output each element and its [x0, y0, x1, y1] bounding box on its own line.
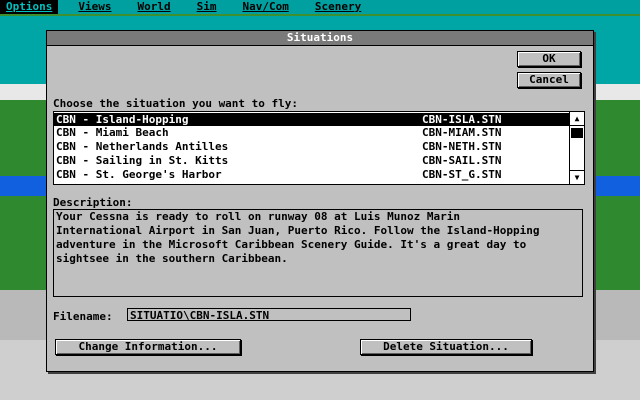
- situation-list[interactable]: CBN - Island-Hopping CBN-ISLA.STN CBN - …: [53, 111, 585, 185]
- dialog-title: Situations: [47, 31, 593, 46]
- list-item[interactable]: CBN - Netherlands Antilles CBN-NETH.STN: [54, 140, 570, 153]
- menu-navcom[interactable]: Nav/Com: [236, 0, 294, 14]
- ok-button-label: OK: [542, 52, 556, 65]
- description-box: Your Cessna is ready to roll on runway 0…: [53, 209, 583, 297]
- description-line: sightsee in the southern Caribbean.: [56, 252, 288, 265]
- scroll-up-arrow-icon[interactable]: ▲: [570, 112, 584, 126]
- list-item[interactable]: CBN - Sailing in St. Kitts CBN-SAIL.STN: [54, 154, 570, 167]
- change-information-label: Change Information...: [78, 340, 218, 353]
- filename-label: Filename:: [53, 310, 113, 323]
- choose-label: Choose the situation you want to fly:: [53, 97, 299, 110]
- menu-sim[interactable]: Sim: [191, 0, 223, 14]
- description-line: Your Cessna is ready to roll on runway 0…: [56, 210, 460, 223]
- list-item-name: CBN - St. George's Harbor: [56, 168, 222, 181]
- cancel-button-label: Cancel: [529, 73, 569, 86]
- water-left: [0, 176, 50, 196]
- list-item[interactable]: CBN - Miami Beach CBN-MIAM.STN: [54, 126, 570, 139]
- list-scrollbar[interactable]: ▲ ▼: [569, 112, 584, 184]
- description-line: International Airport in San Juan, Puert…: [56, 224, 540, 237]
- description-label: Description:: [53, 196, 133, 209]
- menu-views[interactable]: Views: [72, 0, 117, 14]
- list-item-name: CBN - Island-Hopping: [56, 113, 189, 126]
- scroll-down-arrow-icon[interactable]: ▼: [570, 170, 584, 184]
- list-item-name: CBN - Miami Beach: [56, 126, 169, 139]
- menu-world[interactable]: World: [131, 0, 176, 14]
- list-item-name: CBN - Sailing in St. Kitts: [56, 154, 229, 167]
- list-item[interactable]: CBN - Island-Hopping CBN-ISLA.STN: [54, 113, 570, 126]
- menu-bar: Options Views World Sim Nav/Com Scenery: [0, 0, 640, 14]
- menu-scenery[interactable]: Scenery: [309, 0, 367, 14]
- list-item-file: CBN-ISLA.STN: [422, 113, 502, 126]
- filename-field[interactable]: SITUATIO\CBN-ISLA.STN: [127, 308, 411, 322]
- delete-situation-label: Delete Situation...: [383, 340, 509, 353]
- description-line: adventure in the Microsoft Caribbean Sce…: [56, 238, 527, 251]
- delete-situation-button[interactable]: Delete Situation...: [360, 339, 532, 355]
- list-item-name: CBN - Netherlands Antilles: [56, 140, 229, 153]
- change-information-button[interactable]: Change Information...: [55, 339, 241, 355]
- list-item-file: CBN-SAIL.STN: [422, 154, 502, 167]
- list-item-file: CBN-NETH.STN: [422, 140, 502, 153]
- list-item[interactable]: CBN - St. George's Harbor CBN-ST_G.STN: [54, 168, 570, 181]
- list-item-file: CBN-ST_G.STN: [422, 168, 502, 181]
- cancel-button[interactable]: Cancel: [517, 72, 581, 88]
- ok-button[interactable]: OK: [517, 51, 581, 67]
- scroll-thumb[interactable]: [571, 128, 583, 138]
- menu-options[interactable]: Options: [0, 0, 59, 14]
- situations-dialog: Situations OK Cancel Choose the situatio…: [46, 30, 594, 372]
- list-item-file: CBN-MIAM.STN: [422, 126, 502, 139]
